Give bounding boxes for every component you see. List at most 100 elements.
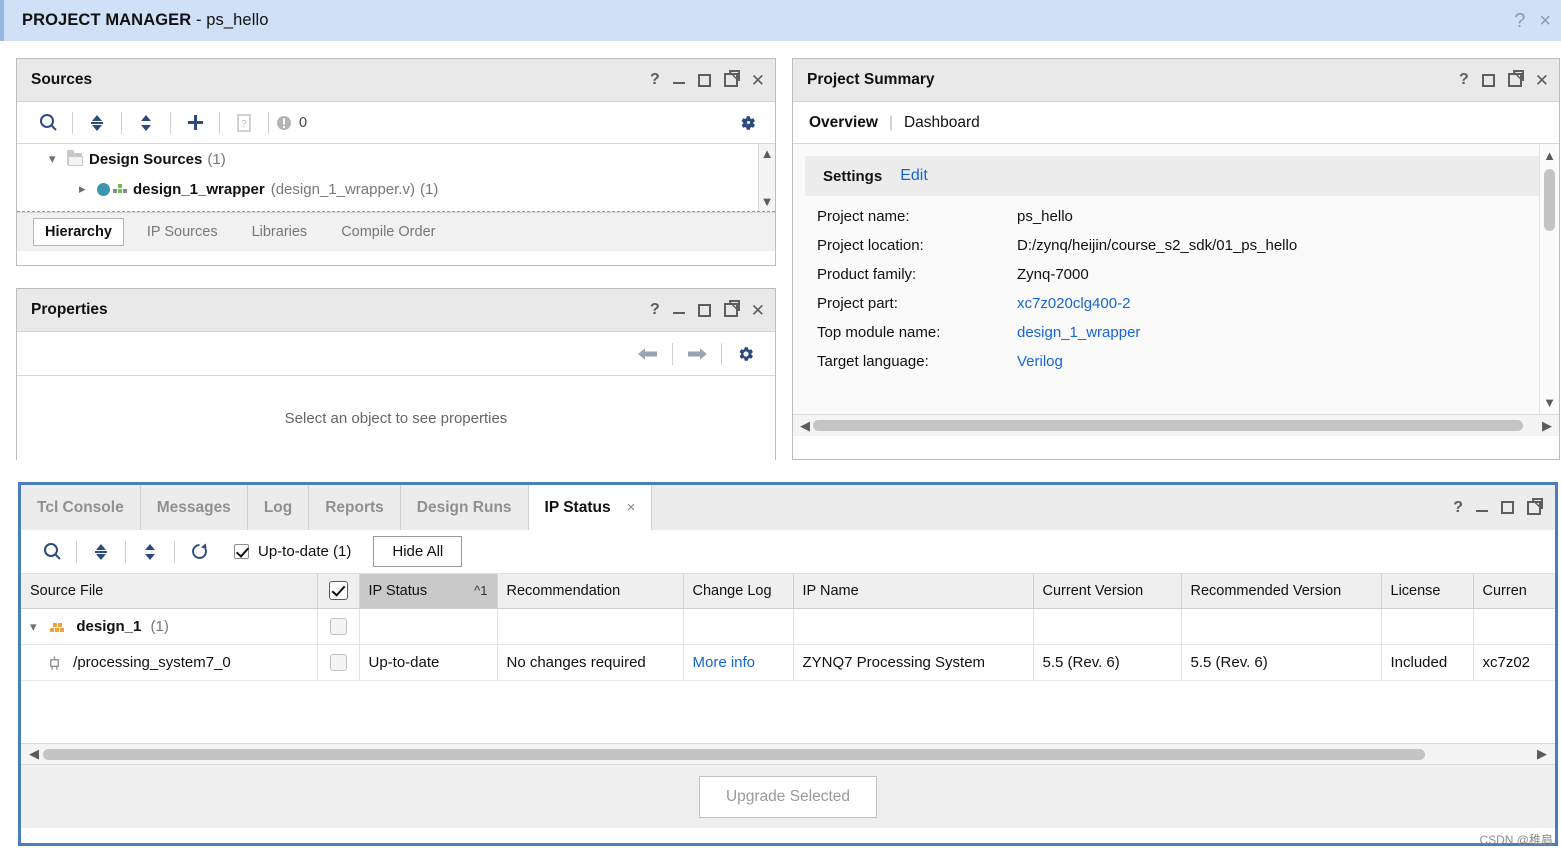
scroll-up-icon[interactable]: ▲ xyxy=(761,147,774,160)
up-to-date-filter[interactable]: Up-to-date (1) xyxy=(234,543,351,560)
chevron-down-icon[interactable]: ▾ xyxy=(49,151,65,167)
help-icon[interactable]: ? xyxy=(650,302,660,318)
tab-dashboard[interactable]: Dashboard xyxy=(904,114,980,132)
gear-icon[interactable] xyxy=(731,108,765,138)
message-count-badge[interactable]: 0 xyxy=(276,108,307,138)
float-icon[interactable] xyxy=(1527,500,1541,515)
tab-compile-order[interactable]: Compile Order xyxy=(330,219,446,245)
close-icon[interactable]: ✕ xyxy=(1535,72,1549,89)
sources-tree-scrollbar[interactable]: ▲ ▼ xyxy=(758,144,775,211)
report-icon[interactable]: ? xyxy=(227,108,261,138)
summary-value-link[interactable]: Verilog xyxy=(1017,353,1063,370)
sources-subtabs: Hierarchy IP Sources Libraries Compile O… xyxy=(17,212,775,251)
tab-reports[interactable]: Reports xyxy=(309,485,401,530)
help-icon[interactable]: ? xyxy=(1514,11,1525,31)
float-icon[interactable] xyxy=(1507,73,1522,87)
tree-item-design-1-wrapper[interactable]: ▸ design_1_wrapper (design_1_wrapper.v) … xyxy=(17,174,775,204)
scroll-right-icon[interactable]: ▶ xyxy=(1533,746,1551,762)
tab-overview[interactable]: Overview xyxy=(809,114,878,132)
col-current-version[interactable]: Current Version xyxy=(1033,574,1182,609)
col-source-file[interactable]: Source File xyxy=(21,574,318,609)
add-sources-icon[interactable] xyxy=(178,108,212,138)
tab-design-runs[interactable]: Design Runs xyxy=(400,485,529,530)
maximize-icon[interactable] xyxy=(697,303,711,317)
up-to-date-checkbox[interactable] xyxy=(234,544,249,559)
maximize-icon[interactable] xyxy=(697,73,711,87)
col-ip-name[interactable]: IP Name xyxy=(793,574,1034,609)
close-icon[interactable]: × xyxy=(627,499,636,516)
collapse-all-icon[interactable] xyxy=(84,537,118,567)
refresh-icon[interactable] xyxy=(182,537,216,567)
sources-panel-controls: ? ✕ xyxy=(650,72,765,89)
close-icon[interactable]: ✕ xyxy=(751,302,765,319)
search-icon[interactable] xyxy=(35,537,69,567)
cell-row-checkbox[interactable] xyxy=(317,608,360,645)
tree-item-design-sources[interactable]: ▾ Design Sources (1) xyxy=(17,144,775,174)
forward-arrow-icon[interactable] xyxy=(680,339,714,369)
close-icon[interactable]: ✕ xyxy=(751,72,765,89)
col-select-all[interactable] xyxy=(317,574,360,609)
float-icon[interactable] xyxy=(723,73,738,87)
row-checkbox[interactable] xyxy=(329,653,347,671)
minimize-icon[interactable] xyxy=(672,303,685,317)
table-horizontal-scrollbar[interactable]: ◀ ▶ xyxy=(21,743,1555,764)
maximize-icon[interactable] xyxy=(1501,501,1514,514)
scroll-down-icon[interactable]: ▼ xyxy=(1543,395,1556,410)
summary-value-link[interactable]: xc7z020clg400-2 xyxy=(1017,295,1130,312)
scroll-down-icon[interactable]: ▼ xyxy=(761,195,774,208)
tab-libraries[interactable]: Libraries xyxy=(241,219,319,245)
table-row[interactable]: ▾ design_1 (1) xyxy=(21,608,1555,645)
close-icon[interactable]: × xyxy=(1539,11,1551,31)
scroll-right-icon[interactable]: ▶ xyxy=(1539,418,1555,434)
scroll-thumb[interactable] xyxy=(813,420,1523,431)
chevron-right-icon[interactable]: ▸ xyxy=(79,181,95,197)
cell-row-checkbox[interactable] xyxy=(317,644,360,681)
cell-source-file[interactable]: ▾ design_1 (1) xyxy=(21,608,318,645)
upgrade-selected-button[interactable]: Upgrade Selected xyxy=(698,775,878,818)
collapse-all-icon[interactable] xyxy=(80,108,114,138)
col-recommended-version[interactable]: Recommended Version xyxy=(1181,574,1382,609)
expand-all-icon[interactable] xyxy=(129,108,163,138)
tab-messages[interactable]: Messages xyxy=(140,485,248,530)
back-arrow-icon[interactable] xyxy=(631,339,665,369)
maximize-icon[interactable] xyxy=(1481,73,1495,87)
tab-hierarchy[interactable]: Hierarchy xyxy=(33,218,124,246)
scroll-thumb[interactable] xyxy=(1544,169,1555,231)
toolbar-divider xyxy=(672,342,673,365)
tab-log[interactable]: Log xyxy=(247,485,310,530)
summary-horizontal-scrollbar[interactable]: ◀ ▶ xyxy=(793,414,1559,436)
edit-settings-link[interactable]: Edit xyxy=(900,167,928,185)
help-icon[interactable]: ? xyxy=(1459,72,1469,88)
float-icon[interactable] xyxy=(723,303,738,317)
minimize-icon[interactable] xyxy=(1476,501,1488,515)
select-all-checkbox[interactable] xyxy=(328,581,348,601)
search-icon[interactable] xyxy=(31,108,65,138)
cell-source-file[interactable]: /processing_system7_0 xyxy=(21,644,318,681)
hide-all-button[interactable]: Hide All xyxy=(373,536,463,567)
row-checkbox[interactable] xyxy=(329,617,347,635)
table-row[interactable]: /processing_system7_0 Up-to-date No chan… xyxy=(21,644,1555,681)
cell-change-log xyxy=(683,608,794,645)
scroll-up-icon[interactable]: ▲ xyxy=(1543,148,1556,163)
gear-icon[interactable] xyxy=(729,339,763,369)
scroll-thumb[interactable] xyxy=(43,748,1425,760)
scroll-left-icon[interactable]: ◀ xyxy=(25,746,43,762)
expand-all-icon[interactable] xyxy=(133,537,167,567)
tab-ip-sources[interactable]: IP Sources xyxy=(136,219,229,245)
minimize-icon[interactable] xyxy=(672,73,685,87)
col-recommendation[interactable]: Recommendation xyxy=(497,574,684,609)
summary-value-link[interactable]: design_1_wrapper xyxy=(1017,324,1140,341)
col-license[interactable]: License xyxy=(1381,574,1474,609)
help-icon[interactable]: ? xyxy=(1453,499,1463,516)
more-info-link[interactable]: More info xyxy=(693,654,756,671)
scroll-left-icon[interactable]: ◀ xyxy=(797,418,813,434)
cell-change-log[interactable]: More info xyxy=(683,644,794,681)
summary-vertical-scrollbar[interactable]: ▲ ▼ xyxy=(1539,144,1559,414)
col-ip-status[interactable]: IP Status ^1 xyxy=(359,574,498,609)
help-icon[interactable]: ? xyxy=(650,72,660,88)
tab-ip-status[interactable]: IP Status × xyxy=(528,485,653,530)
tab-tcl-console[interactable]: Tcl Console xyxy=(21,485,141,530)
chevron-down-icon[interactable]: ▾ xyxy=(30,619,46,635)
col-change-log[interactable]: Change Log xyxy=(683,574,794,609)
col-current-part[interactable]: Curren xyxy=(1473,574,1555,609)
